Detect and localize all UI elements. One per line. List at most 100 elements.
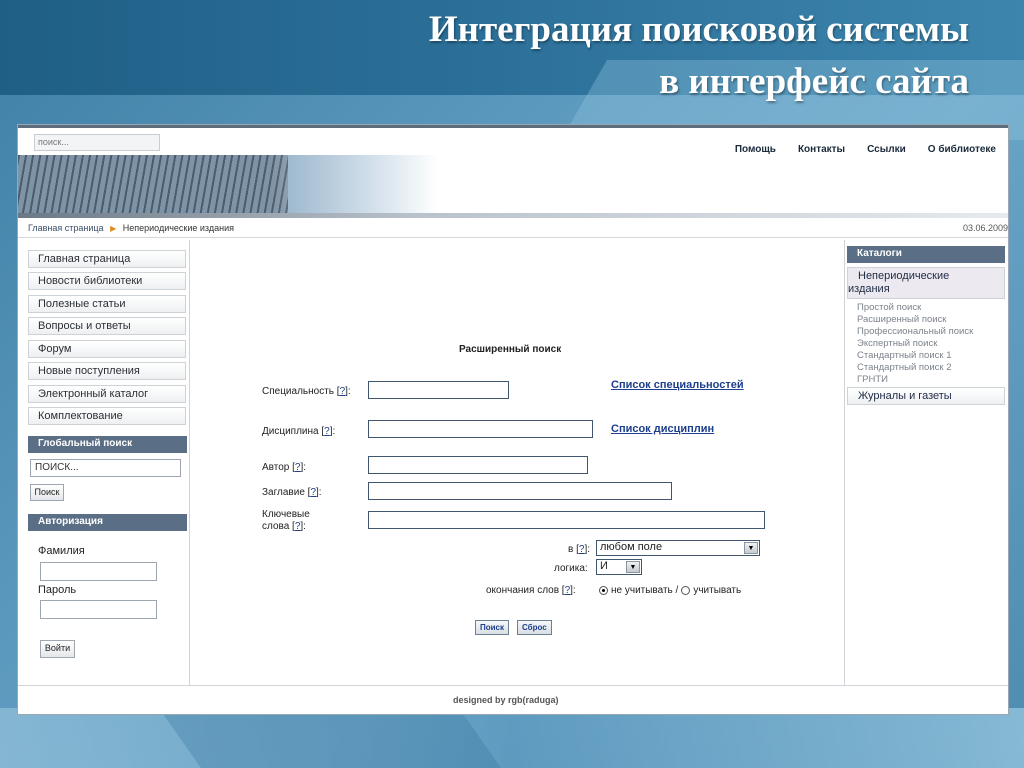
logic-select[interactable]: И ▼ [596, 559, 642, 575]
discipline-input[interactable] [368, 420, 593, 438]
catalog-journals[interactable]: Журналы и газеты [847, 387, 1005, 405]
website-screenshot: поиск... Помощь Контакты Ссылки О библио… [17, 124, 1009, 715]
auth-heading: Авторизация [28, 514, 187, 531]
top-nav: Помощь Контакты Ссылки О библиотеке [735, 144, 996, 155]
author-label: Автор [?]: [262, 462, 307, 473]
link-advanced-search[interactable]: Расширенный поиск [857, 314, 946, 325]
global-search-heading: Глобальный поиск [28, 436, 187, 453]
advanced-search-form: Расширенный поиск Специальность [?]: Спи… [191, 240, 843, 685]
global-search-input[interactable]: ПОИСК... [30, 459, 181, 477]
link-simple-search[interactable]: Простой поиск [857, 302, 921, 313]
keywords-label: Ключевые слова [?]: [262, 509, 310, 533]
title-label: Заглавие [?]: [262, 487, 322, 498]
keywords-label-line-1: Ключевые [262, 509, 310, 520]
banner-sky [288, 155, 438, 217]
right-sidebar: Каталоги Непериодические издания Простой… [844, 240, 1008, 685]
slide-title: Интеграция поисковой системы в интерфейс… [169, 4, 969, 108]
word-endings-help-link[interactable]: ? [565, 585, 571, 596]
discipline-list-link[interactable]: Список дисциплин [611, 423, 714, 435]
banner-building-image [18, 155, 438, 217]
slide-bg-bottom-stripe [158, 708, 502, 768]
menu-item-new-arrivals[interactable]: Новые поступления [28, 362, 186, 380]
logic-label: логика: [554, 563, 588, 574]
footer-credit: designed by rgb(raduga) [453, 695, 559, 705]
breadcrumb-home-link[interactable]: Главная страница [28, 223, 104, 233]
discipline-label-text: Дисциплина [262, 426, 319, 437]
keywords-label-text: слова [262, 521, 290, 532]
surname-input[interactable] [40, 562, 157, 581]
author-input[interactable] [368, 456, 588, 474]
specialty-label: Специальность [?]: [262, 386, 351, 397]
nav-contacts-link[interactable]: Контакты [798, 144, 845, 155]
login-button[interactable]: Войти [40, 640, 75, 658]
site-topbar: поиск... Помощь Контакты Ссылки О библио… [18, 125, 1008, 155]
specialty-input[interactable] [368, 381, 509, 399]
menu-item-news[interactable]: Новости библиотеки [28, 272, 186, 290]
specialty-help-link[interactable]: ? [340, 386, 346, 397]
slide-title-line-1: Интеграция поисковой системы [428, 9, 969, 50]
keywords-label-line-2: слова [?]: [262, 521, 306, 532]
menu-item-faq[interactable]: Вопросы и ответы [28, 317, 186, 335]
field-scope-label: в [?]: [568, 544, 590, 555]
radio-ignore-endings[interactable] [599, 586, 608, 595]
word-endings-label: окончания слов [?]: [486, 585, 576, 596]
catalog-nonperiodical-line-1: Непериодические [858, 270, 950, 282]
word-endings-options: не учитывать / учитывать [599, 585, 741, 596]
chevron-down-icon: ▼ [626, 561, 640, 573]
link-standard-search-2[interactable]: Стандартный поиск 2 [857, 362, 951, 373]
catalog-nonperiodical-line-2: издания [848, 283, 890, 295]
breadcrumb-arrow-icon: ▶ [110, 224, 117, 233]
menu-item-e-catalog[interactable]: Электронный каталог [28, 385, 186, 403]
field-scope-help-link[interactable]: ? [579, 544, 585, 555]
menu-item-articles[interactable]: Полезные статьи [28, 295, 186, 313]
link-standard-search-1[interactable]: Стандартный поиск 1 [857, 350, 951, 361]
left-sidebar: Главная страница Новости библиотеки Поле… [18, 240, 190, 685]
surname-label: Фамилия [38, 545, 85, 557]
field-scope-select[interactable]: любом поле ▼ [596, 540, 760, 556]
breadcrumb-current: Непериодические издания [122, 223, 234, 233]
global-search-button[interactable]: Поиск [30, 484, 64, 501]
title-help-link[interactable]: ? [310, 487, 316, 498]
radio-consider-endings[interactable] [681, 586, 691, 595]
catalog-nonperiodical[interactable]: Непериодические издания [847, 267, 1005, 299]
menu-item-acquisition[interactable]: Комплектование [28, 407, 186, 425]
logic-value: И [600, 560, 608, 572]
field-scope-label-text: в [568, 544, 574, 555]
title-input[interactable] [368, 482, 672, 500]
password-input[interactable] [40, 600, 157, 619]
current-date: 03.06.2009 [962, 223, 1008, 233]
form-search-button[interactable]: Поиск [475, 620, 510, 635]
author-label-text: Автор [262, 462, 290, 473]
slide-bg-bottom [0, 708, 1024, 768]
nav-links-link[interactable]: Ссылки [867, 144, 906, 155]
discipline-help-link[interactable]: ? [324, 426, 330, 437]
keywords-input[interactable] [368, 511, 765, 529]
nav-help-link[interactable]: Помощь [735, 144, 776, 155]
discipline-label: Дисциплина [?]: [262, 426, 336, 437]
chevron-down-icon: ▼ [744, 542, 758, 554]
specialty-list-link[interactable]: Список специальностей [611, 379, 744, 391]
banner-divider [18, 213, 1008, 218]
site-footer: designed by rgb(raduga) [18, 685, 1008, 714]
link-expert-search[interactable]: Экспертный поиск [857, 338, 937, 349]
catalogs-heading: Каталоги [847, 246, 1005, 263]
menu-item-home[interactable]: Главная страница [28, 250, 186, 268]
form-title: Расширенный поиск [459, 344, 562, 355]
word-endings-label-text: окончания слов [486, 585, 560, 596]
title-label-text: Заглавие [262, 487, 305, 498]
menu-item-forum[interactable]: Форум [28, 340, 186, 358]
specialty-label-text: Специальность [262, 386, 334, 397]
site-banner [18, 155, 1008, 217]
keywords-help-link[interactable]: ? [295, 521, 301, 532]
nav-about-link[interactable]: О библиотеке [928, 144, 996, 155]
link-professional-search[interactable]: Профессиональный поиск [857, 326, 973, 337]
author-help-link[interactable]: ? [295, 462, 301, 473]
slide-title-line-2: в интерфейс сайта [659, 61, 969, 102]
breadcrumb: Главная страница ▶ Непериодические издан… [18, 220, 1008, 238]
link-grnti[interactable]: ГРНТИ [857, 374, 888, 385]
form-reset-button[interactable]: Сброс [517, 620, 552, 635]
password-label: Пароль [38, 584, 77, 596]
top-search-input[interactable]: поиск... [34, 134, 160, 151]
radio-consider-label: учитывать [693, 585, 742, 596]
field-scope-value: любом поле [600, 541, 663, 553]
